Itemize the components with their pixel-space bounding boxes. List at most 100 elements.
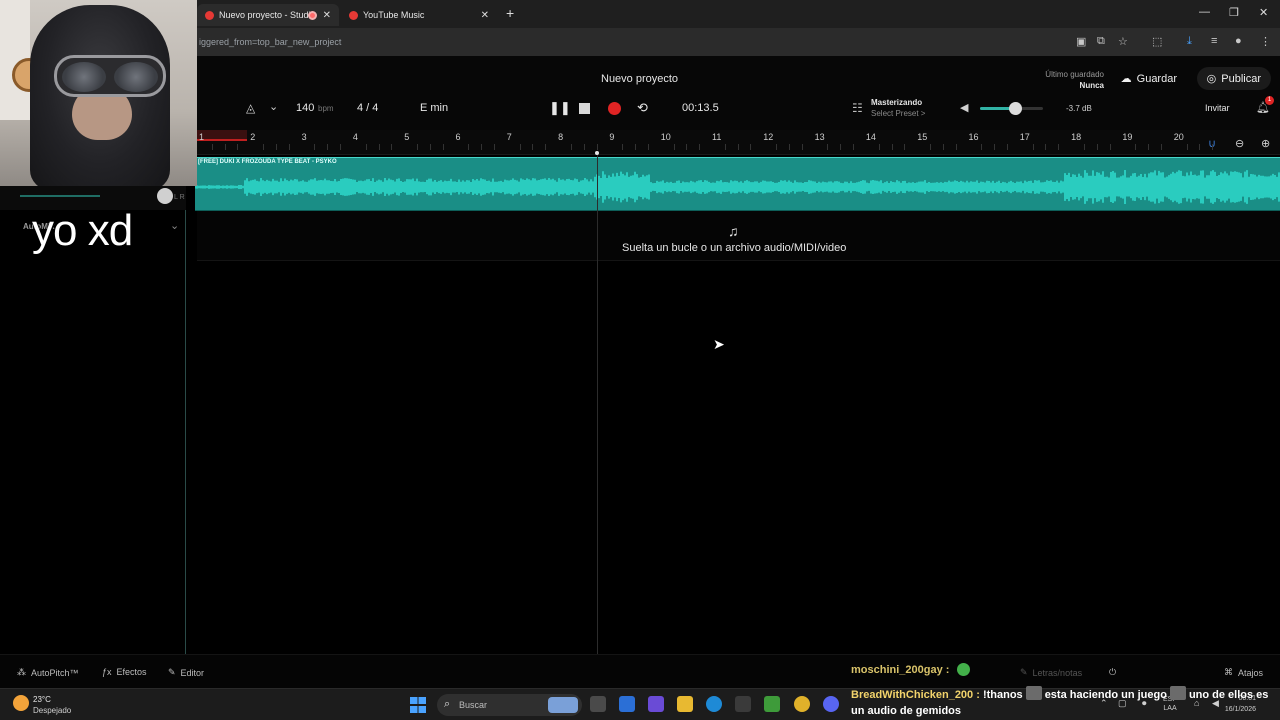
volume-knob[interactable] bbox=[1008, 102, 1022, 115]
bookmark-star-icon[interactable]: ☆ bbox=[1118, 35, 1128, 48]
cast-icon[interactable]: ▣ bbox=[1076, 35, 1086, 48]
url-text[interactable]: iggered_from=top_bar_new_project bbox=[199, 37, 341, 47]
pause-button[interactable]: ❚❚ bbox=[549, 100, 571, 116]
ruler-tick bbox=[378, 144, 380, 150]
time-signature[interactable]: 4 / 4 bbox=[357, 102, 378, 114]
ruler-tick bbox=[596, 144, 598, 150]
volume-slider[interactable] bbox=[980, 102, 1043, 115]
chat-message-2-user: BreadWithChicken_200 : bbox=[851, 689, 980, 701]
ruler-tick bbox=[737, 144, 739, 150]
stream-caption: yo xd bbox=[32, 206, 133, 255]
ruler-tick bbox=[288, 144, 290, 150]
mastering-sliders-icon[interactable]: ☷ bbox=[852, 101, 863, 115]
metronome-icon[interactable]: ◬ bbox=[246, 101, 255, 115]
ruler-tick bbox=[327, 144, 329, 150]
publish-button[interactable]: ◎ Publicar bbox=[1196, 67, 1271, 90]
menu-icon[interactable]: ⋮ bbox=[1260, 35, 1271, 48]
zoom-out-icon[interactable]: ⊖ bbox=[1235, 137, 1244, 150]
chrome-icon[interactable] bbox=[794, 696, 810, 712]
cloud-icon: ☁ bbox=[1120, 73, 1132, 85]
install-icon[interactable]: ⧉ bbox=[1097, 35, 1105, 48]
lyrics-notes-button[interactable]: ✎ Letras/notas bbox=[1020, 667, 1082, 678]
recording-indicator-icon bbox=[308, 10, 317, 20]
loop-region[interactable] bbox=[197, 130, 247, 141]
minecraft-icon[interactable] bbox=[764, 696, 780, 712]
close-tab-icon[interactable]: ✕ bbox=[481, 10, 489, 21]
search-placeholder: Buscar bbox=[459, 700, 488, 710]
studio-header: Nuevo proyecto Último guardado Nunca ☁ G… bbox=[197, 56, 1280, 130]
effects-button[interactable]: ƒx Efectos bbox=[102, 667, 147, 677]
outlook-icon[interactable] bbox=[619, 696, 635, 712]
search-highlight-image bbox=[548, 697, 578, 713]
ruler-tick bbox=[647, 144, 649, 150]
close-window-icon[interactable]: ✕ bbox=[1259, 6, 1268, 19]
plugin-button[interactable]: ⏻ bbox=[1109, 667, 1116, 678]
effects-label: Efectos bbox=[116, 667, 147, 677]
weather-description[interactable]: Despejado bbox=[33, 706, 71, 715]
mastering-title[interactable]: Masterizando bbox=[871, 98, 922, 107]
slider-knob[interactable] bbox=[157, 188, 173, 204]
speaker-icon[interactable]: ◀ bbox=[960, 101, 968, 114]
chevron-down-icon[interactable]: ⌄ bbox=[170, 219, 179, 232]
ruler-number: 2 bbox=[250, 132, 256, 142]
tab-youtube-music[interactable]: YouTube Music ✕ bbox=[349, 4, 497, 26]
autopitch-button[interactable]: ⁂ AutoPitch™ bbox=[17, 667, 79, 678]
save-button[interactable]: ☁ Guardar bbox=[1111, 67, 1187, 90]
project-title[interactable]: Nuevo proyecto bbox=[601, 73, 678, 85]
address-bar[interactable]: iggered_from=top_bar_new_project ▣ ⧉ ☆ ⬚… bbox=[197, 28, 1280, 56]
zoom-in-icon[interactable]: ⊕ bbox=[1261, 137, 1270, 150]
tab-label: YouTube Music bbox=[363, 10, 425, 20]
file-explorer-icon[interactable] bbox=[677, 696, 693, 712]
record-button[interactable] bbox=[608, 102, 621, 115]
shortcuts-button[interactable]: ⌘ Atajos bbox=[1224, 667, 1263, 678]
ruler-number: 15 bbox=[917, 132, 928, 142]
media-icon[interactable]: ≡ bbox=[1211, 35, 1217, 47]
windows-start-icon[interactable] bbox=[410, 697, 426, 713]
ruler-tick bbox=[429, 144, 431, 150]
mastering-preset[interactable]: Select Preset > bbox=[871, 109, 925, 118]
weather-sun-icon[interactable] bbox=[13, 695, 29, 711]
key-signature[interactable]: E min bbox=[420, 102, 448, 114]
timeline-ruler[interactable]: ∪ ⊖ ⊕ 1234567891011121314151617181920 bbox=[197, 130, 1280, 155]
publish-label: Publicar bbox=[1221, 72, 1261, 85]
ruler-tick bbox=[930, 144, 932, 150]
ruler-tick bbox=[570, 144, 572, 150]
store-icon[interactable] bbox=[735, 696, 751, 712]
task-view-icon[interactable] bbox=[590, 696, 606, 712]
discord-icon[interactable] bbox=[823, 696, 839, 712]
ruler-tick bbox=[314, 144, 316, 150]
taskbar-search[interactable]: ⌕ Buscar bbox=[437, 694, 582, 716]
stop-button[interactable] bbox=[579, 103, 590, 114]
playhead-marker[interactable] bbox=[595, 151, 599, 155]
ruler-tick bbox=[237, 144, 239, 150]
ruler-tick bbox=[673, 144, 675, 150]
extensions-icon[interactable]: ⬚ bbox=[1152, 35, 1162, 48]
new-tab-icon[interactable]: + bbox=[506, 5, 514, 21]
drop-zone[interactable]: ♫ Suelta un bucle o un archivo audio/MID… bbox=[197, 211, 1280, 261]
loop-button[interactable]: ⟲ bbox=[637, 100, 648, 116]
mouse-cursor-icon: ➤ bbox=[713, 336, 725, 352]
profile-avatar[interactable]: ● bbox=[1235, 35, 1242, 47]
tab-studio[interactable]: Nuevo proyecto - Studio ✕ bbox=[197, 4, 339, 26]
ruler-tick bbox=[391, 144, 393, 150]
download-icon[interactable]: ⤓ bbox=[1187, 35, 1192, 48]
track-name: [FREE] DUKI X FROZOUDA TYPE BEAT - PSYKO bbox=[198, 159, 337, 165]
teams-icon[interactable] bbox=[648, 696, 664, 712]
invite-button[interactable]: Invitar bbox=[1205, 103, 1230, 113]
weather-temperature[interactable]: 23°C bbox=[33, 695, 51, 704]
close-tab-icon[interactable]: ✕ bbox=[323, 10, 331, 21]
audio-track-region[interactable]: [FREE] DUKI X FROZOUDA TYPE BEAT - PSYKO bbox=[195, 157, 1280, 211]
restore-icon[interactable]: ❐ bbox=[1229, 6, 1239, 19]
ruler-tick bbox=[994, 144, 996, 150]
bpm-value[interactable]: 140 bbox=[296, 102, 314, 114]
ruler-tick bbox=[1160, 144, 1162, 150]
studio-favicon-icon bbox=[205, 10, 214, 20]
edge-icon[interactable] bbox=[706, 696, 722, 712]
pencil-icon: ✎ bbox=[1020, 667, 1028, 677]
playhead[interactable] bbox=[597, 152, 598, 654]
editor-button[interactable]: ✎ Editor bbox=[168, 667, 204, 678]
chevron-down-icon[interactable]: ⌄ bbox=[269, 100, 278, 113]
waveform-path bbox=[195, 170, 1280, 204]
minimize-icon[interactable]: — bbox=[1199, 6, 1210, 18]
shortcuts-label: Atajos bbox=[1237, 667, 1263, 678]
